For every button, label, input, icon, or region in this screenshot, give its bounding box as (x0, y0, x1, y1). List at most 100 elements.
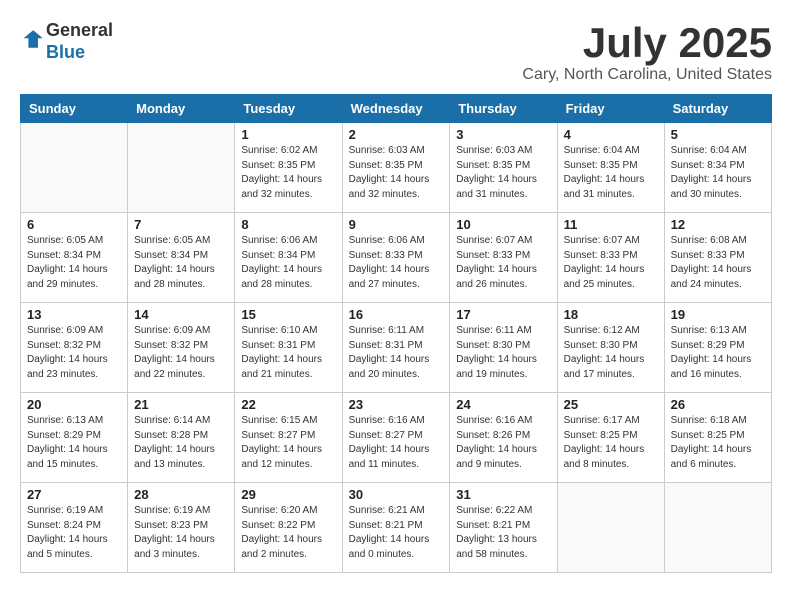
day-cell: 1Sunrise: 6:02 AM Sunset: 8:35 PM Daylig… (235, 123, 342, 213)
calendar-header-row: SundayMondayTuesdayWednesdayThursdayFrid… (21, 95, 772, 123)
week-row-3: 13 Sunrise: 6:09 AM Sunset: 8:32 PM Dayli… (21, 303, 772, 393)
day-cell: 17Sunrise: 6:11 AM Sunset: 8:30 PM Dayli… (450, 303, 557, 393)
month-title: July 2025 (522, 20, 772, 66)
day-number: 26 (671, 397, 765, 412)
week-row-4: 20 Sunrise: 6:13 AM Sunset: 8:29 PM Dayli… (21, 393, 772, 483)
day-info: Sunrise: 6:08 AM Sunset: 8:33 PM Dayligh… (671, 234, 765, 292)
day-cell: 30 Sunrise: 6:21 AM Sunset: 8:21 PM Dayli… (342, 483, 450, 573)
day-number: 15 (241, 307, 335, 322)
week-row-2: 6 Sunrise: 6:05 AM Sunset: 8:34 PM Daylig… (21, 213, 772, 303)
day-info: Sunrise: 6:17 AM Sunset: 8:25 PM Dayligh… (564, 414, 658, 472)
day-cell: 4Sunrise: 6:04 AM Sunset: 8:35 PM Daylig… (557, 123, 664, 213)
day-number: 28 (134, 487, 228, 502)
day-cell: 2Sunrise: 6:03 AM Sunset: 8:35 PM Daylig… (342, 123, 450, 213)
col-header-tuesday: Tuesday (235, 95, 342, 123)
day-number: 14 (134, 307, 228, 322)
page-header: General Blue July 2025 Cary, North Carol… (20, 20, 772, 84)
day-info: Sunrise: 6:21 AM Sunset: 8:21 PM Dayligh… (349, 504, 444, 562)
day-info: Sunrise: 6:02 AM Sunset: 8:35 PM Dayligh… (241, 144, 335, 202)
day-number: 11 (564, 217, 658, 232)
day-number: 8 (241, 217, 335, 232)
day-info: Sunrise: 6:09 AM Sunset: 8:32 PM Dayligh… (134, 324, 228, 382)
day-info: Sunrise: 6:06 AM Sunset: 8:33 PM Dayligh… (349, 234, 444, 292)
day-info: Sunrise: 6:22 AM Sunset: 8:21 PM Dayligh… (456, 504, 550, 562)
day-number: 2 (349, 127, 444, 142)
day-cell (557, 483, 664, 573)
day-info: Sunrise: 6:07 AM Sunset: 8:33 PM Dayligh… (564, 234, 658, 292)
day-cell: 25Sunrise: 6:17 AM Sunset: 8:25 PM Dayli… (557, 393, 664, 483)
calendar-table: SundayMondayTuesdayWednesdayThursdayFrid… (20, 94, 772, 573)
day-cell: 24Sunrise: 6:16 AM Sunset: 8:26 PM Dayli… (450, 393, 557, 483)
day-cell: 31 Sunrise: 6:22 AM Sunset: 8:21 PM Dayli… (450, 483, 557, 573)
day-number: 3 (456, 127, 550, 142)
day-info: Sunrise: 6:11 AM Sunset: 8:31 PM Dayligh… (349, 324, 444, 382)
day-info: Sunrise: 6:03 AM Sunset: 8:35 PM Dayligh… (456, 144, 550, 202)
day-number: 16 (349, 307, 444, 322)
logo-blue-text: Blue (46, 42, 85, 62)
day-number: 6 (27, 217, 121, 232)
day-info: Sunrise: 6:05 AM Sunset: 8:34 PM Dayligh… (134, 234, 228, 292)
day-cell: 15 Sunrise: 6:10 AM Sunset: 8:31 PM Dayli… (235, 303, 342, 393)
day-number: 19 (671, 307, 765, 322)
day-number: 31 (456, 487, 550, 502)
col-header-friday: Friday (557, 95, 664, 123)
day-number: 21 (134, 397, 228, 412)
day-cell (128, 123, 235, 213)
day-cell: 20 Sunrise: 6:13 AM Sunset: 8:29 PM Dayli… (21, 393, 128, 483)
day-cell: 13 Sunrise: 6:09 AM Sunset: 8:32 PM Dayli… (21, 303, 128, 393)
day-cell (664, 483, 771, 573)
day-number: 29 (241, 487, 335, 502)
day-cell: 14 Sunrise: 6:09 AM Sunset: 8:32 PM Dayli… (128, 303, 235, 393)
title-block: July 2025 Cary, North Carolina, United S… (522, 20, 772, 84)
logo-icon (22, 27, 46, 51)
logo-general-text: General (46, 20, 113, 40)
day-cell: 23Sunrise: 6:16 AM Sunset: 8:27 PM Dayli… (342, 393, 450, 483)
day-info: Sunrise: 6:20 AM Sunset: 8:22 PM Dayligh… (241, 504, 335, 562)
day-info: Sunrise: 6:07 AM Sunset: 8:33 PM Dayligh… (456, 234, 550, 292)
day-cell: 19Sunrise: 6:13 AM Sunset: 8:29 PM Dayli… (664, 303, 771, 393)
day-number: 20 (27, 397, 121, 412)
week-row-1: 1Sunrise: 6:02 AM Sunset: 8:35 PM Daylig… (21, 123, 772, 213)
day-number: 9 (349, 217, 444, 232)
col-header-sunday: Sunday (21, 95, 128, 123)
day-info: Sunrise: 6:09 AM Sunset: 8:32 PM Dayligh… (27, 324, 121, 382)
day-info: Sunrise: 6:15 AM Sunset: 8:27 PM Dayligh… (241, 414, 335, 472)
day-info: Sunrise: 6:12 AM Sunset: 8:30 PM Dayligh… (564, 324, 658, 382)
day-cell: 11 Sunrise: 6:07 AM Sunset: 8:33 PM Dayli… (557, 213, 664, 303)
location: Cary, North Carolina, United States (522, 66, 772, 84)
day-cell: 18 Sunrise: 6:12 AM Sunset: 8:30 PM Dayli… (557, 303, 664, 393)
day-info: Sunrise: 6:13 AM Sunset: 8:29 PM Dayligh… (27, 414, 121, 472)
day-number: 5 (671, 127, 765, 142)
day-info: Sunrise: 6:04 AM Sunset: 8:35 PM Dayligh… (564, 144, 658, 202)
day-info: Sunrise: 6:19 AM Sunset: 8:23 PM Dayligh… (134, 504, 228, 562)
col-header-wednesday: Wednesday (342, 95, 450, 123)
day-number: 12 (671, 217, 765, 232)
day-cell: 10 Sunrise: 6:07 AM Sunset: 8:33 PM Dayli… (450, 213, 557, 303)
day-number: 30 (349, 487, 444, 502)
day-info: Sunrise: 6:10 AM Sunset: 8:31 PM Dayligh… (241, 324, 335, 382)
week-row-5: 27Sunrise: 6:19 AM Sunset: 8:24 PM Dayli… (21, 483, 772, 573)
day-cell (21, 123, 128, 213)
day-number: 7 (134, 217, 228, 232)
day-cell: 21 Sunrise: 6:14 AM Sunset: 8:28 PM Dayli… (128, 393, 235, 483)
day-cell: 9 Sunrise: 6:06 AM Sunset: 8:33 PM Daylig… (342, 213, 450, 303)
day-number: 10 (456, 217, 550, 232)
day-cell: 29 Sunrise: 6:20 AM Sunset: 8:22 PM Dayli… (235, 483, 342, 573)
day-info: Sunrise: 6:04 AM Sunset: 8:34 PM Dayligh… (671, 144, 765, 202)
day-number: 22 (241, 397, 335, 412)
day-cell: 26Sunrise: 6:18 AM Sunset: 8:25 PM Dayli… (664, 393, 771, 483)
day-info: Sunrise: 6:16 AM Sunset: 8:27 PM Dayligh… (349, 414, 444, 472)
day-number: 27 (27, 487, 121, 502)
day-number: 18 (564, 307, 658, 322)
day-number: 13 (27, 307, 121, 322)
day-info: Sunrise: 6:11 AM Sunset: 8:30 PM Dayligh… (456, 324, 550, 382)
day-cell: 12 Sunrise: 6:08 AM Sunset: 8:33 PM Dayli… (664, 213, 771, 303)
day-info: Sunrise: 6:14 AM Sunset: 8:28 PM Dayligh… (134, 414, 228, 472)
day-info: Sunrise: 6:16 AM Sunset: 8:26 PM Dayligh… (456, 414, 550, 472)
day-cell: 5 Sunrise: 6:04 AM Sunset: 8:34 PM Daylig… (664, 123, 771, 213)
day-info: Sunrise: 6:06 AM Sunset: 8:34 PM Dayligh… (241, 234, 335, 292)
col-header-thursday: Thursday (450, 95, 557, 123)
logo: General Blue (20, 20, 113, 63)
day-cell: 27Sunrise: 6:19 AM Sunset: 8:24 PM Dayli… (21, 483, 128, 573)
col-header-monday: Monday (128, 95, 235, 123)
